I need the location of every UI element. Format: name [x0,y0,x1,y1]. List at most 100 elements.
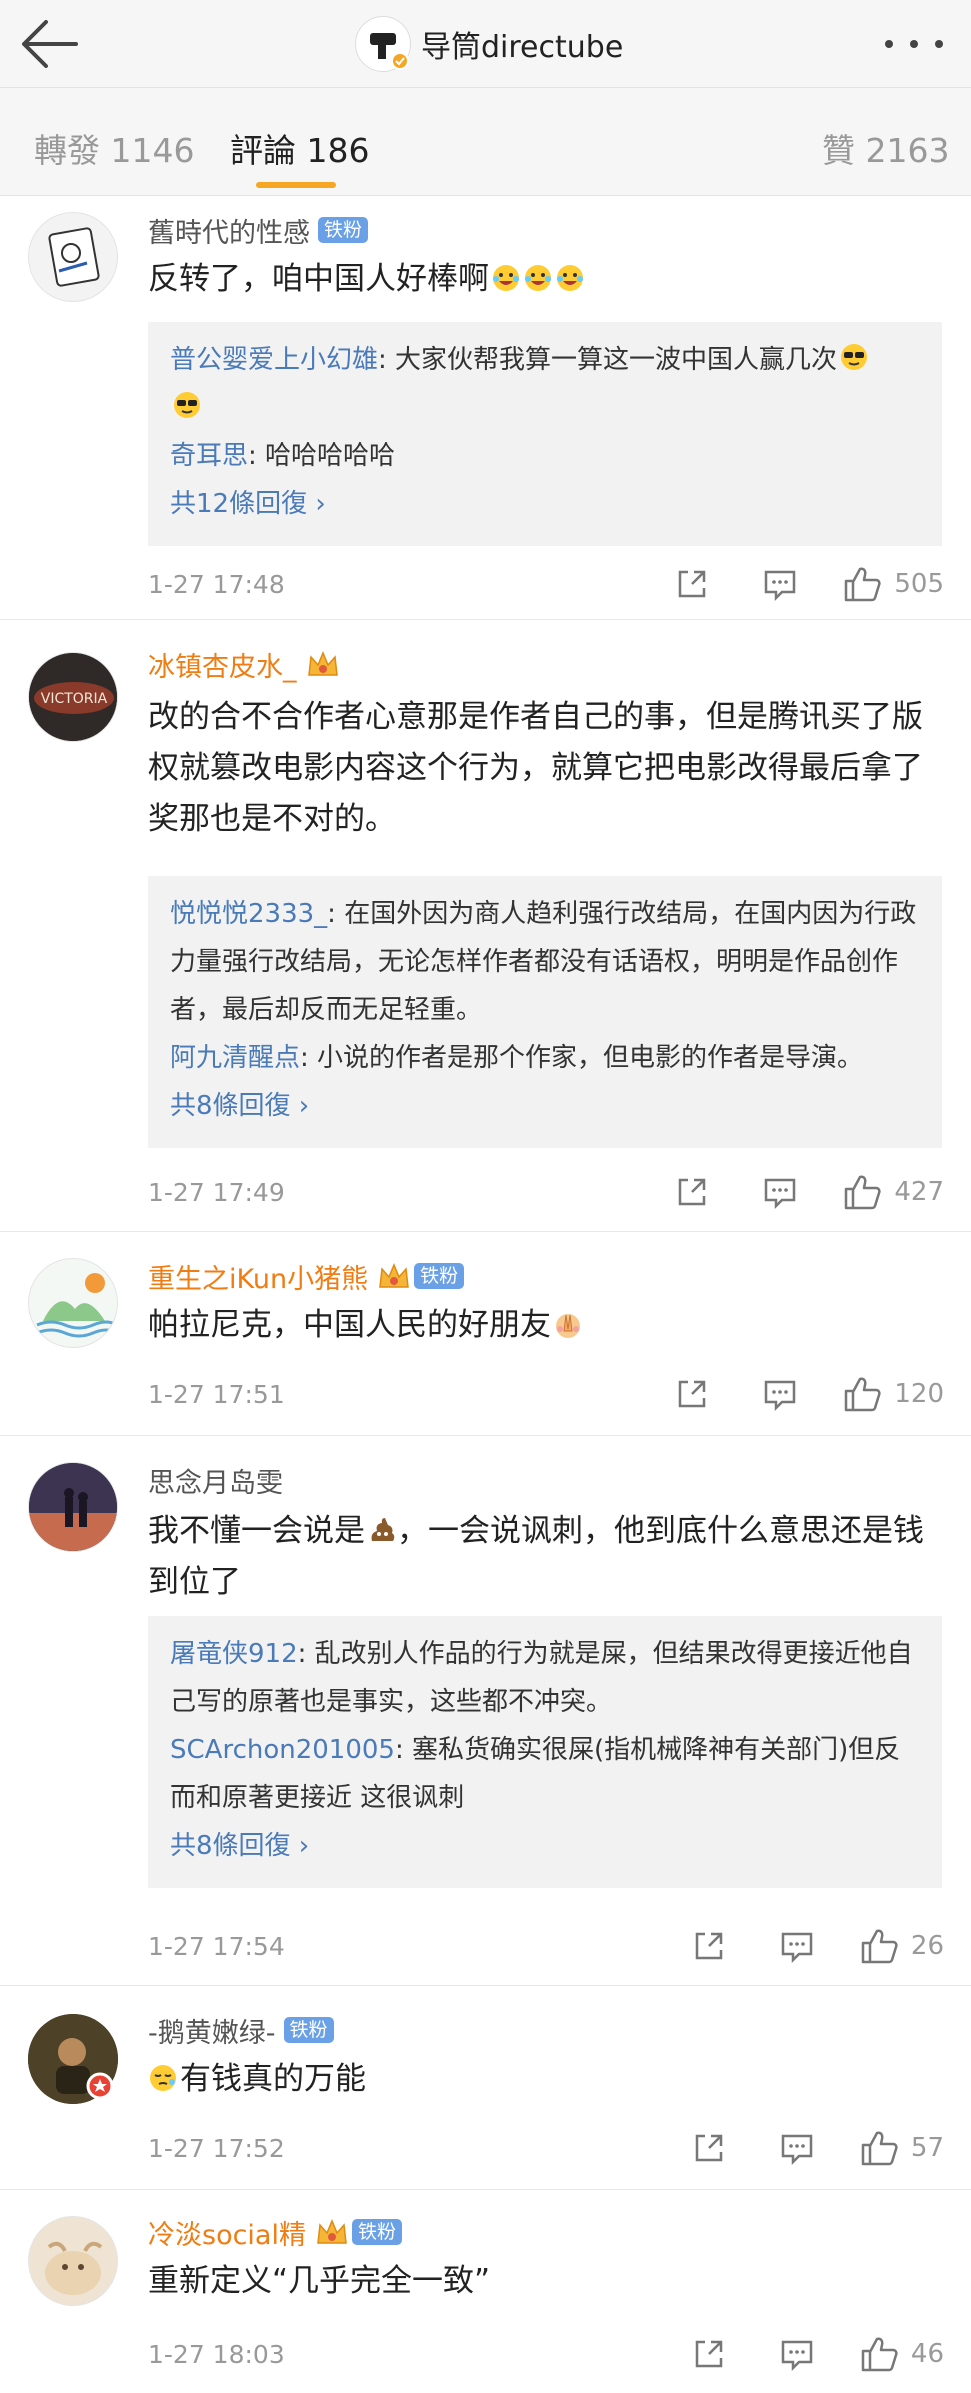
comment-text: 帕拉尼克，中国人民的好朋友 [148,1300,928,1351]
reply-item: 屠竜侠912: 乱改别人作品的行为就是屎，但结果改得更接近他自己写的原著也是事实… [170,1639,913,1717]
reply-box[interactable]: 普公婴爱上小幻雄: 大家伙帮我算一算这一波中国人赢几次 奇耳思: 哈哈哈哈哈 共… [148,322,942,546]
share-icon[interactable] [674,1174,710,1210]
avatar[interactable] [28,1258,118,1348]
reply-item: SCArchon201005: 塞私货确实很屎(指机械降神有关部门)但反而和原著… [170,1735,901,1813]
more-dots-icon[interactable] [879,26,949,62]
reply-item: 悦悦悦2333_: 在国外因为商人趋利强行改结局，在国内因为行政力量强行改结局，… [170,899,917,1025]
crying-laughing-emoji-icon [525,265,551,291]
sunglasses-emoji-icon [174,392,200,418]
like-button[interactable]: 57 [859,2129,944,2167]
like-count: 120 [894,1379,944,1409]
reply-username[interactable]: 悦悦悦2333_ [170,899,327,929]
like-button[interactable]: 427 [842,1173,944,1211]
thumbs-up-icon [861,1929,898,1964]
reply-username[interactable]: SCArchon201005 [170,1735,395,1765]
comment-icon[interactable] [779,2336,815,2372]
thumbs-up-icon [861,2337,898,2372]
comment-text: 有钱真的万能 [148,2054,928,2105]
share-icon[interactable] [691,1928,727,1964]
tab-comments[interactable]: 評論 186 [230,124,369,172]
username[interactable]: 思念月岛雯 [148,1461,283,1500]
comment-item: -鹅黄嫩绿- 铁粉 有钱真的万能 1-27 17:52 57 [0,1986,971,2190]
brand-header[interactable]: 导筒directube [355,14,623,74]
sunglasses-emoji-icon [841,344,868,370]
comment-item: 重生之iKun小猪熊 铁粉 帕拉尼克，中国人民的好朋友 1-27 17:51 1… [0,1232,971,1436]
back-arrow-icon[interactable] [18,14,82,74]
tab-reposts[interactable]: 轉發 1146 [34,124,194,172]
comment-meta: 1-27 17:51 120 [148,1372,944,1416]
comment-item: 思念月岛雯 我不懂一会说是 ，一会说讽刺，他到底什么意思还是钱到位了 屠竜侠912… [0,1436,971,1986]
comment-item: 冷淡social精 铁粉 重新定义“几乎完全一致” 1-27 18:03 46 [0,2190,971,2393]
avatar[interactable]: VICTORIA [28,652,118,742]
comment-icon[interactable] [762,566,798,602]
share-icon[interactable] [674,566,710,602]
poop-emoji-icon [371,1518,395,1541]
reply-box[interactable]: 屠竜侠912: 乱改别人作品的行为就是屎，但结果改得更接近他自己写的原著也是事实… [148,1616,942,1888]
username[interactable]: 重生之iKun小猪熊 [148,1257,368,1296]
comment-item: 舊時代的性感 铁粉 反转了，咱中国人好棒啊 普公婴爱上小幻雄: 大家伙帮我算一算… [0,196,971,620]
like-count: 26 [910,1931,944,1961]
more-replies-link[interactable]: 共12條回復 › [170,480,920,528]
avatar[interactable] [28,2216,118,2306]
share-icon[interactable] [674,1376,710,1412]
reply-username[interactable]: 普公婴爱上小幻雄 [170,345,378,375]
comment-text: 反转了，咱中国人好棒啊 [148,254,928,305]
comment-text: 我不懂一会说是 ，一会说讽刺，他到底什么意思还是钱到位了 [148,1513,924,1600]
like-count: 57 [910,2133,944,2163]
comment-icon[interactable] [779,2130,815,2166]
thumbs-up-icon [845,1377,881,1412]
username[interactable]: 冷淡social精 [148,2213,306,2252]
share-icon[interactable] [691,2336,727,2372]
comment-text: 改的合不合作者心意那是作者自己的事，但是腾讯买了版权就篡改电影内容这个行为，就算… [148,699,923,837]
vip-crown-icon [317,2219,347,2244]
account-avatar-icon [355,16,411,72]
crying-laughing-emoji-icon [493,265,519,291]
fan-badge: 铁粉 [414,1263,465,1289]
active-tab-indicator [256,182,336,188]
like-count: 427 [894,1177,944,1207]
more-replies-link[interactable]: 共8條回復 › [170,1082,920,1130]
reply-item: 普公婴爱上小幻雄: 大家伙帮我算一算这一波中国人赢几次 [170,336,920,432]
reply-username[interactable]: 屠竜侠912 [170,1639,298,1669]
share-icon[interactable] [691,2130,727,2166]
comment-icon[interactable] [762,1376,798,1412]
like-button[interactable]: 120 [842,1375,944,1413]
like-button[interactable]: 505 [842,565,944,603]
comment-meta: 1-27 17:52 57 [148,2126,944,2170]
comment-meta: 1-27 17:49 427 [148,1170,944,1214]
timestamp: 1-27 17:48 [148,569,285,599]
thumbs-up-icon [845,567,881,602]
avatar[interactable] [28,1462,118,1552]
timestamp: 1-27 17:49 [148,1177,285,1207]
thumbs-up-icon [845,1175,881,1210]
like-button[interactable]: 46 [859,2335,944,2373]
comment-item: VICTORIA 冰镇杏皮水_ 改的合不合作者心意那是作者自己的事，但是腾讯买了… [0,620,971,1232]
comment-icon[interactable] [779,1928,815,1964]
reply-username[interactable]: 奇耳思 [170,441,248,471]
avatar[interactable] [28,212,118,302]
fan-badge: 铁粉 [351,2219,402,2245]
timestamp: 1-27 17:52 [148,2133,285,2163]
username[interactable]: 冰镇杏皮水_ [148,645,297,684]
timestamp: 1-27 17:51 [148,1379,285,1409]
vip-crown-icon [307,651,338,676]
tab-bar: 轉發 1146 評論 186 贊 2163 [0,88,971,196]
username[interactable]: 舊時代的性感 [148,211,310,250]
page-title: 导筒directube [421,30,624,65]
more-replies-link[interactable]: 共8條回復 › [170,1822,920,1870]
avatar[interactable] [28,2014,118,2104]
comment-icon[interactable] [762,1174,798,1210]
comment-meta: 1-27 17:54 26 [148,1924,944,1968]
like-button[interactable]: 26 [859,1927,944,1965]
reply-username[interactable]: 阿九清醒点 [170,1043,300,1073]
crying-laughing-emoji-icon [557,265,583,291]
reply-box[interactable]: 悦悦悦2333_: 在国外因为商人趋利强行改结局，在国内因为行政力量强行改结局，… [148,876,942,1148]
like-count: 46 [910,2339,944,2369]
top-bar: 导筒directube [0,0,971,88]
reply-item: 奇耳思: 哈哈哈哈哈 [170,441,396,471]
username[interactable]: -鹅黄嫩绿- [148,2011,276,2050]
comment-meta: 1-27 18:03 46 [148,2332,944,2376]
tab-likes[interactable]: 贊 2163 [822,124,949,172]
like-count: 505 [894,569,944,599]
comment-meta: 1-27 17:48 505 [148,562,944,606]
